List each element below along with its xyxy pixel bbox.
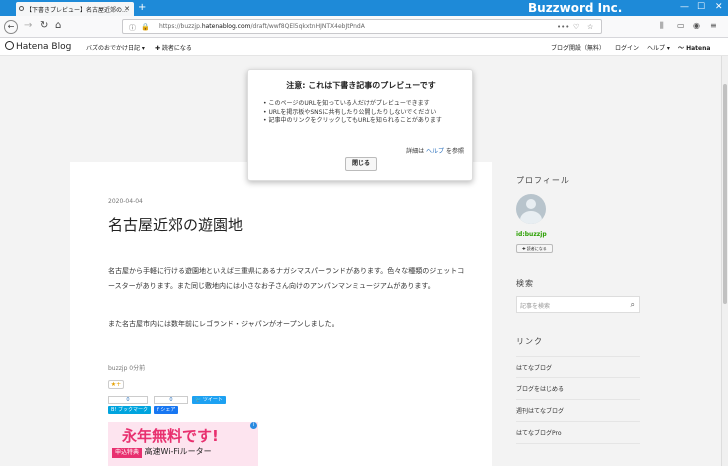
pocket-icon[interactable]: ♡ <box>573 23 579 31</box>
sidebar-link[interactable]: はてなブログPro <box>516 422 640 444</box>
bookmark-count: 0 <box>108 396 148 404</box>
help-menu[interactable]: ヘルプ ▾ <box>647 43 670 52</box>
dialog-help-line: 詳細は ヘルプ を参照 <box>406 146 464 155</box>
brand-watermark: Buzzword Inc. <box>528 1 623 15</box>
ad-badge: 申込特典 <box>112 448 143 458</box>
dialog-notes: このページのURLを知っている人だけがプレビューできます URLを掲示板やSNS… <box>263 100 468 126</box>
sidebar-link[interactable]: 週刊はてなブログ <box>516 400 640 422</box>
search-input[interactable]: 記事を検索 ⌕ <box>516 296 640 313</box>
ad-text: 高速Wi-Fiルーター <box>144 447 212 456</box>
page-actions-icon[interactable]: ••• <box>557 23 569 31</box>
lock-icon[interactable]: 🔒 <box>141 23 150 31</box>
links-heading: リンク <box>516 337 543 346</box>
hatena-blog-logo[interactable]: Hatena Blog <box>5 41 71 52</box>
sidebar-link[interactable]: はてなブログ <box>516 356 640 378</box>
ad-headline: 永年無料です! <box>122 427 219 445</box>
dialog-title: 注意: これは下書き記事のプレビューです <box>286 81 436 90</box>
hatena-logo-text: Hatena Blog <box>16 42 72 52</box>
menu-icon[interactable]: ≡ <box>710 21 717 30</box>
avatar-body <box>520 211 542 224</box>
blog-menu[interactable]: バズのおでかけ日記 ▾ <box>86 43 145 52</box>
bookmark-count-value: 0 <box>108 396 148 404</box>
ad-subline: 申込特典 高速Wi-Fiルーター <box>108 447 258 466</box>
article-author[interactable]: buzzjp 0分前 <box>108 363 145 372</box>
reload-icon[interactable]: ↻ <box>40 20 48 31</box>
article-title[interactable]: 名古屋近郊の遊園地 <box>108 214 243 235</box>
url-bar[interactable]: ⓘ 🔒 https://buzzjp.hatenablog.com/draft/… <box>122 19 602 34</box>
scrollbar-thumb[interactable] <box>723 84 727 304</box>
help-prefix: 詳細は <box>406 148 425 155</box>
minimize-icon[interactable]: — <box>680 2 689 12</box>
bookmark-star-icon[interactable]: ☆ <box>587 23 593 31</box>
info-icon[interactable]: ⓘ <box>129 23 136 33</box>
tab-close-icon[interactable]: ✕ <box>124 5 130 13</box>
share-count: 0 <box>154 396 188 404</box>
browser-titlebar: 【下書きプレビュー】名古屋近郊の... ✕ + Buzzword Inc. — … <box>0 0 728 16</box>
new-tab-button[interactable]: + <box>138 2 146 13</box>
dialog-note: 記事中のリンクをクリックしてもURLを知られることがあります <box>263 117 468 126</box>
dialog-note: URLを掲示板やSNSに共有したり公開したりしないでください <box>263 109 468 118</box>
hatena-bar: Hatena Blog バズのおでかけ日記 ▾ ✚ 読者になる ブログ開設（無料… <box>0 38 728 56</box>
login-link[interactable]: ログイン <box>615 43 639 52</box>
sidebar-link[interactable]: ブログをはじめる <box>516 378 640 400</box>
library-icon[interactable]: ⫼ <box>660 21 664 31</box>
sidebar-icon[interactable]: ▭ <box>677 21 685 30</box>
article-container: 2020-04-04 名古屋近郊の遊園地 名古屋から手軽に行ける遊園地といえば三… <box>70 162 492 466</box>
url-path: /draft/wwf8QEl5qkxtnHJNTX4ebJtPndA <box>250 23 365 30</box>
browser-navbar: ← → ↻ ⌂ ⓘ 🔒 https://buzzjp.hatenablog.co… <box>0 16 728 38</box>
maximize-icon[interactable]: ☐ <box>697 2 705 12</box>
article-paragraph-2: また名古屋市内には数年前にレゴランド・ジャパンがオープンしました。 <box>108 320 339 328</box>
ad-info-icon[interactable]: i <box>250 422 257 429</box>
tweet-label: ツイート <box>202 397 223 403</box>
forward-icon[interactable]: → <box>24 20 32 31</box>
share-count-value: 0 <box>154 396 188 404</box>
hatena-link[interactable]: 〜 Hatena <box>678 43 710 52</box>
dialog-note: このページのURLを知っている人だけがプレビューできます <box>263 100 468 109</box>
close-dialog-button[interactable]: 閉じる <box>345 157 377 171</box>
close-window-icon[interactable]: ✕ <box>715 2 723 12</box>
tab-title: 【下書きプレビュー】名古屋近郊の... <box>26 7 128 14</box>
draft-preview-dialog: 注意: これは下書き記事のプレビューです このページのURLを知っている人だけが… <box>247 69 473 181</box>
advertisement-banner[interactable]: 永年無料です! 申込特典 高速Wi-Fiルーター <box>108 422 258 466</box>
hatena-text: Hatena <box>686 45 711 52</box>
user-id-link[interactable]: id:buzzjp <box>516 231 547 238</box>
avatar-head <box>526 199 536 209</box>
hatena-logo-icon <box>5 41 14 50</box>
page-scrollbar[interactable] <box>721 56 728 466</box>
search-placeholder: 記事を検索 <box>520 303 551 310</box>
account-icon[interactable]: ◉ <box>693 21 700 30</box>
sidebar-reader-button[interactable]: ✚ 読者になる <box>516 244 553 253</box>
become-reader-link[interactable]: ✚ 読者になる <box>155 43 192 52</box>
add-star-button[interactable]: ★+ <box>108 380 124 389</box>
help-suffix: を参照 <box>445 148 464 155</box>
bookmark-button[interactable]: B! ブックマーク <box>108 406 152 414</box>
article-date[interactable]: 2020-04-04 <box>108 198 143 205</box>
avatar[interactable] <box>516 194 546 224</box>
article-paragraph-1: 名古屋から手軽に行ける遊園地といえば三重県にあるナガシマスパーランドがあります。… <box>108 267 465 290</box>
open-blog-link[interactable]: ブログ開設（無料） <box>551 43 605 52</box>
help-link[interactable]: ヘルプ <box>426 148 444 155</box>
browser-tab[interactable]: 【下書きプレビュー】名古屋近郊の... ✕ <box>16 2 134 16</box>
search-icon[interactable]: ⌕ <box>631 300 635 310</box>
home-icon[interactable]: ⌂ <box>55 20 61 31</box>
tab-favicon-icon <box>19 6 24 11</box>
url-host: hatenablog.com <box>201 23 251 30</box>
profile-heading: プロフィール <box>516 176 570 185</box>
url-prefix: https://buzzjp. <box>159 23 202 30</box>
facebook-share-button[interactable]: f シェア <box>154 406 179 414</box>
back-icon[interactable]: ← <box>4 20 18 34</box>
search-heading: 検索 <box>516 279 534 288</box>
tweet-button[interactable]: 🐦 ツイート <box>192 396 226 404</box>
